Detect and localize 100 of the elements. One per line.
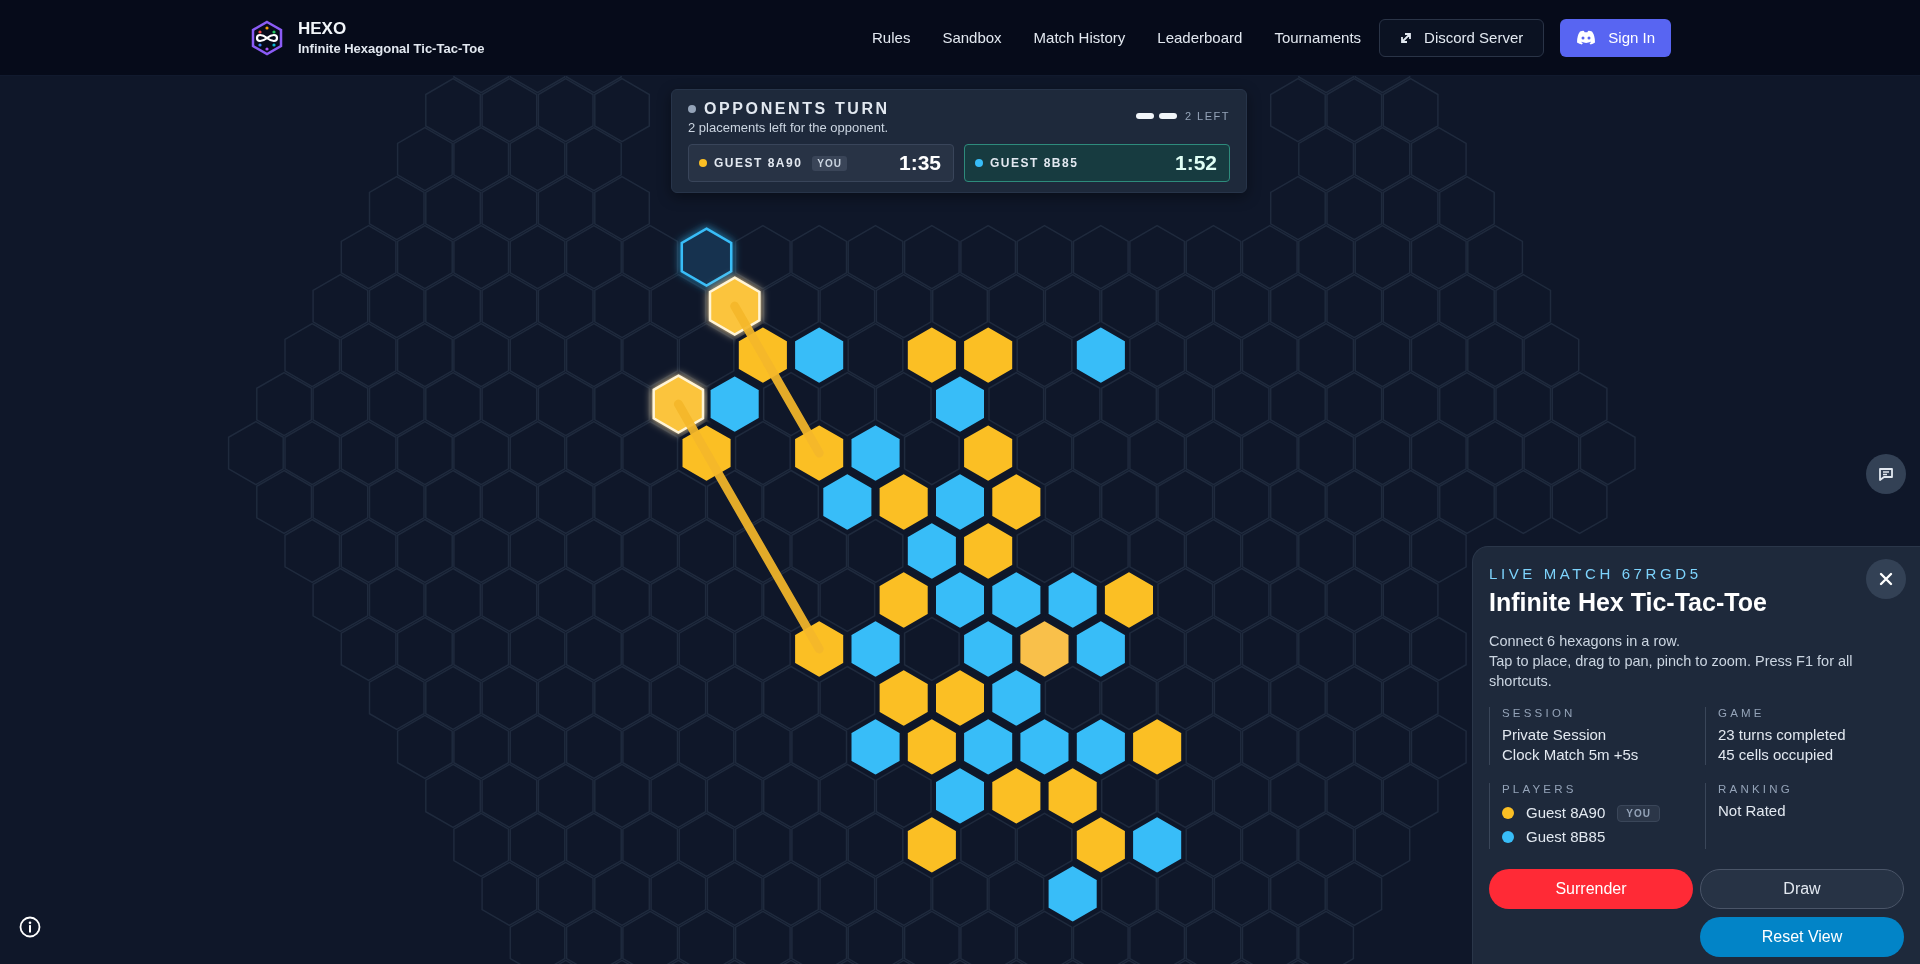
placements-left-label: 2 LEFT (1184, 110, 1230, 122)
empty-hex-cell[interactable] (819, 371, 876, 437)
player-clock: 1:35 (898, 151, 941, 175)
section-heading: RANKING (1718, 783, 1794, 795)
turn-status-title: OPPONENTS TURN (704, 100, 890, 118)
empty-hex-cell[interactable] (819, 763, 876, 829)
empty-hex-cell[interactable] (594, 371, 651, 437)
empty-hex-cell[interactable] (734, 420, 791, 486)
empty-hex-cell[interactable] (903, 420, 960, 486)
empty-hex-cell[interactable] (1157, 665, 1214, 731)
section-value: 23 turns completed (1718, 725, 1847, 745)
empty-hex-cell[interactable] (1044, 273, 1101, 339)
empty-hex-cell[interactable] (875, 273, 932, 339)
discord-server-button[interactable]: Discord Server (1379, 18, 1545, 57)
chat-button[interactable] (1866, 454, 1906, 494)
surrender-button[interactable]: Surrender (1489, 869, 1693, 909)
section-heading: GAME (1718, 707, 1766, 719)
match-title: Infinite Hex Tic-Tac-Toe (1489, 588, 1768, 617)
match-description: Tap to place, drag to pan, pinch to zoom. Press F1 for all shortcuts. (1489, 652, 1854, 691)
hexagon-logo-icon (250, 19, 284, 56)
info-icon[interactable] (19, 916, 41, 938)
empty-hex-cell[interactable] (1072, 518, 1129, 584)
nav-link[interactable]: Sandbox (926, 21, 1018, 54)
player-name: Guest 8B85 (1526, 827, 1606, 847)
nav-link[interactable]: Tournaments (1258, 21, 1378, 54)
empty-hex-cell[interactable] (1157, 861, 1214, 927)
empty-hex-cell[interactable] (1100, 371, 1158, 437)
player-name: GUEST 8A90 (714, 156, 803, 170)
empty-hex-cell[interactable] (509, 76, 566, 94)
empty-hex-cell[interactable] (678, 322, 735, 388)
empty-hex-cell[interactable] (875, 763, 932, 829)
empty-hex-cell[interactable] (847, 518, 904, 584)
section-value: Not Rated (1718, 801, 1787, 821)
empty-hex-cell[interactable] (734, 518, 791, 584)
empty-hex-cell[interactable] (1016, 910, 1073, 964)
empty-hex-cell[interactable] (762, 273, 820, 339)
empty-hex-cell[interactable] (762, 371, 820, 437)
app-title[interactable]: HEXO (298, 19, 485, 39)
nav-link[interactable]: Rules (856, 21, 927, 54)
empty-hex-cell[interactable] (762, 469, 820, 535)
empty-hex-cell[interactable] (622, 420, 679, 486)
empty-hex-cell[interactable] (650, 469, 707, 535)
empty-hex-cell[interactable] (1016, 518, 1073, 584)
sign-in-button[interactable]: Sign In (1560, 18, 1671, 57)
empty-hex-cell[interactable] (875, 371, 932, 437)
empty-hex-cell[interactable] (1157, 763, 1214, 829)
chat-icon (1878, 466, 1894, 482)
section-heading: SESSION (1502, 707, 1577, 719)
empty-hex-cell[interactable] (1100, 273, 1158, 339)
empty-hex-cell[interactable] (1298, 76, 1355, 94)
empty-hex-cell[interactable] (819, 273, 876, 339)
player-name: Guest 8A90 (1526, 803, 1606, 823)
empty-hex-cell[interactable] (819, 665, 876, 731)
empty-hex-cell[interactable] (931, 273, 989, 339)
empty-hex-cell[interactable] (734, 224, 791, 290)
close-icon (1879, 572, 1893, 586)
empty-hex-cell[interactable] (1100, 763, 1158, 829)
empty-hex-cell[interactable] (706, 469, 763, 535)
empty-hex-cell[interactable] (565, 76, 622, 94)
empty-hex-cell[interactable] (453, 76, 510, 94)
external-link-icon (1400, 31, 1413, 44)
empty-hex-cell[interactable] (819, 567, 876, 633)
empty-hex-cell[interactable] (762, 665, 820, 731)
player-clock: 1:52 (1174, 151, 1217, 175)
player-name: GUEST 8B85 (990, 156, 1079, 170)
empty-hex-cell[interactable] (762, 567, 820, 633)
empty-hex-cell[interactable] (1044, 665, 1101, 731)
discord-icon (1576, 30, 1597, 45)
empty-hex-cell[interactable] (1016, 812, 1073, 878)
reset-view-button[interactable]: Reset View (1700, 917, 1904, 957)
empty-hex-cell[interactable] (931, 861, 989, 927)
empty-hex-cell[interactable] (1100, 861, 1158, 927)
empty-hex-cell[interactable] (1044, 371, 1101, 437)
section-value: 45 cells occupied (1718, 745, 1835, 765)
you-badge: YOU (812, 155, 848, 171)
empty-hex-cell[interactable] (988, 371, 1045, 437)
empty-hex-cell[interactable] (903, 616, 960, 682)
empty-hex-cell[interactable] (960, 812, 1017, 878)
turn-message: 2 placements left for the opponent. (688, 120, 890, 135)
status-dot-icon (688, 105, 696, 113)
empty-hex-cell[interactable] (1354, 76, 1411, 94)
empty-hex-cell[interactable] (1016, 420, 1073, 486)
section-value: Private Session (1502, 725, 1608, 745)
close-button[interactable] (1866, 559, 1906, 599)
empty-hex-cell[interactable] (988, 273, 1045, 339)
app-subtitle: Infinite Hexagonal Tic-Tac-Toe (298, 41, 485, 56)
empty-hex-cell[interactable] (1072, 910, 1129, 964)
empty-hex-cell[interactable] (1129, 518, 1186, 584)
empty-hex-cell[interactable] (791, 518, 848, 584)
empty-hex-cell[interactable] (622, 322, 679, 388)
empty-hex-cell[interactable] (1129, 616, 1186, 682)
nav-link[interactable]: Match History (1017, 21, 1142, 54)
empty-hex-cell[interactable] (650, 273, 707, 339)
nav-link[interactable]: Leaderboard (1141, 21, 1259, 54)
hover-cell[interactable] (680, 227, 733, 288)
match-id-label: LIVE MATCH 67RGD5 (1489, 565, 1702, 582)
empty-hex-cell[interactable] (875, 861, 932, 927)
draw-button[interactable]: Draw (1700, 869, 1904, 909)
empty-hex-cell[interactable] (1100, 665, 1158, 731)
empty-hex-cell[interactable] (622, 224, 679, 290)
